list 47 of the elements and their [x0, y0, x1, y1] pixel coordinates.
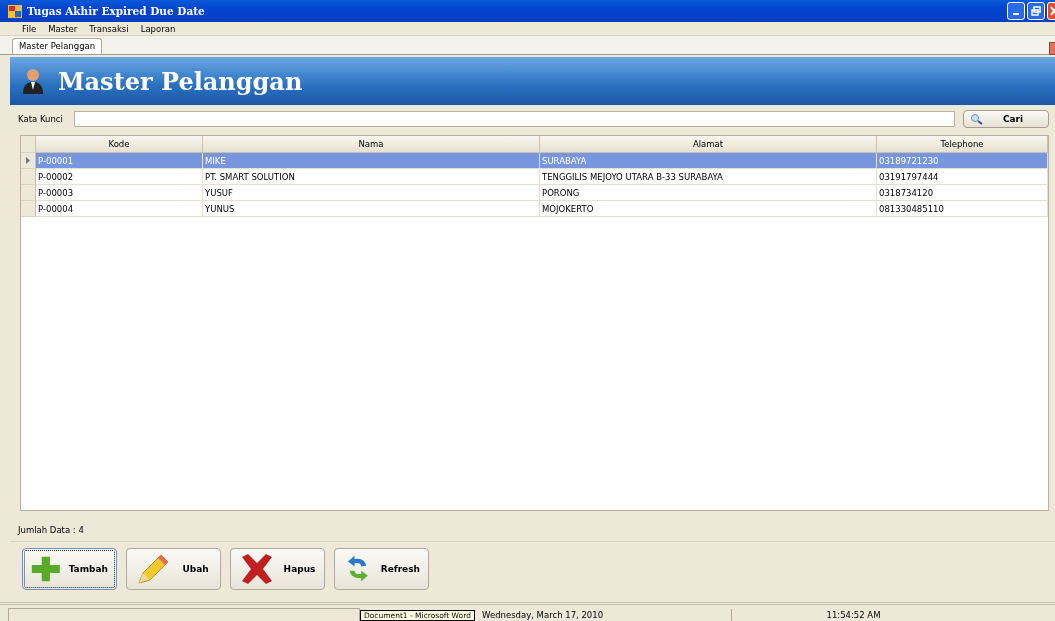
table-cell: TENGGILIS MEJOYO UTARA B-33 SURABAYA [540, 169, 877, 185]
search-field[interactable] [74, 111, 955, 127]
table-cell: SURABAYA [540, 153, 877, 169]
app-icon [8, 4, 22, 18]
table-cell: 0318734120 [877, 185, 1048, 201]
table-cell: P-00004 [36, 201, 203, 217]
table-cell: 03191797444 [877, 169, 1048, 185]
minimize-button[interactable] [1007, 2, 1025, 20]
grid-corner [21, 136, 36, 153]
table-cell: P-00001 [36, 153, 203, 169]
table-cell: P-00003 [36, 185, 203, 201]
table-cell: PT. SMART SOLUTION [203, 169, 540, 185]
table-cell: YUNUS [203, 201, 540, 217]
menu-item[interactable]: Laporan [140, 23, 176, 34]
person-icon [22, 68, 44, 94]
action-button[interactable]: Hapus [230, 548, 325, 590]
current-row-icon [26, 157, 30, 164]
search-label: Kata Kunci [18, 114, 64, 124]
pencil-icon [135, 553, 171, 585]
table-cell: P-00002 [36, 169, 203, 185]
status-time: 11:54:52 AM [825, 609, 882, 621]
action-button[interactable]: Ubah [126, 548, 221, 590]
action-button[interactable]: Refresh [334, 548, 429, 590]
tab[interactable]: Master Pelanggan [12, 38, 103, 54]
row-header[interactable] [21, 185, 36, 201]
menu-item[interactable]: Transaksi [89, 23, 129, 34]
record-count: Jumlah Data : 4 [16, 524, 85, 537]
table-cell: MIKE [203, 153, 540, 169]
restore-icon [1031, 6, 1041, 16]
page-title: Master Pelanggan [58, 66, 303, 96]
minimize-icon [1013, 13, 1019, 15]
menu-item[interactable]: File [22, 23, 37, 34]
table-cell: MOJOKERTO [540, 201, 877, 217]
table-cell: PORONG [540, 185, 877, 201]
restore-button[interactable] [1027, 2, 1045, 20]
row-header[interactable] [21, 153, 36, 169]
table-cell: 03189721230 [877, 153, 1048, 169]
action-button[interactable]: Tambah [22, 548, 117, 590]
menu-item[interactable]: Master [48, 23, 78, 34]
cross-icon [239, 553, 275, 585]
table-cell: YUSUF [203, 185, 540, 201]
row-header[interactable] [21, 169, 36, 185]
window-title: Tugas Akhir Expired Due Date [27, 5, 206, 17]
table-cell: 081330485110 [877, 201, 1048, 217]
search-icon [970, 113, 984, 125]
row-header[interactable] [21, 201, 36, 217]
search-button[interactable]: Cari [963, 110, 1049, 128]
